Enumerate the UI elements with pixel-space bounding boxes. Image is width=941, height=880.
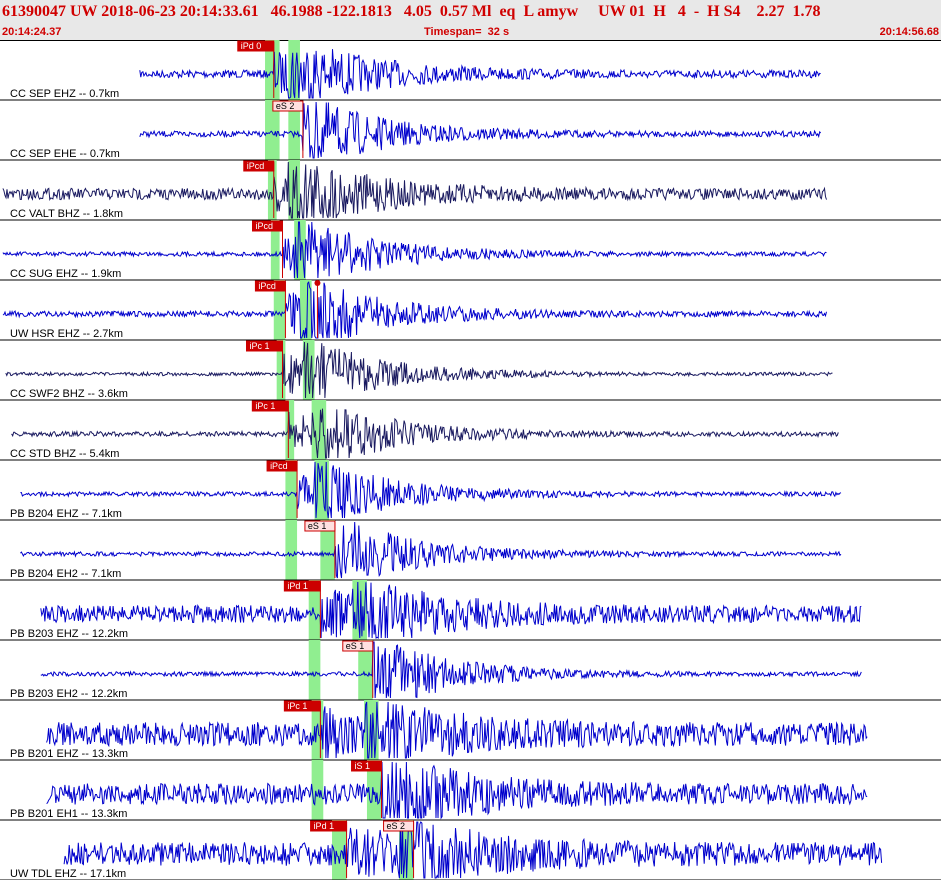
- waveform-trace: [63, 821, 883, 879]
- channel-label: PB B201 EHZ -- 13.3km: [10, 748, 128, 760]
- channel-label: CC SEP EHZ -- 0.7km: [10, 88, 119, 100]
- channel-label: CC VALT BHZ -- 1.8km: [10, 208, 123, 220]
- waveform-trace: [40, 581, 862, 639]
- channel-label: PB B203 EHZ -- 12.2km: [10, 628, 128, 640]
- waveform-trace: [40, 641, 862, 699]
- waveform-trace: [46, 761, 868, 820]
- waveform-trace: [20, 521, 842, 579]
- analysis-window: [308, 640, 321, 700]
- waveform-trace: [46, 701, 868, 759]
- channel-label: PB B204 EH2 -- 7.1km: [10, 568, 121, 580]
- waveform-trace: [2, 221, 827, 279]
- phase-pick-label: iPc 1: [250, 341, 270, 351]
- analysis-window: [311, 760, 324, 820]
- seismogram-plot[interactable]: iPd 0 CC SEP EHZ -- 0.7km eS 2 CC SEP EHE -…: [0, 40, 941, 880]
- waveform-trace: [20, 461, 842, 519]
- phase-pick-label: iPcd: [256, 221, 274, 231]
- phase-pick-label: iPd 1: [287, 581, 308, 591]
- phase-pick-label: iPcd: [258, 281, 276, 291]
- phase-pick-label: eS 1: [346, 641, 365, 651]
- channel-label: CC SUG EHZ -- 1.9km: [10, 268, 121, 280]
- channel-label: CC SEP EHE -- 0.7km: [10, 148, 120, 160]
- phase-pick-label: iS 1: [355, 761, 371, 771]
- timespan-label: Timespan= 32 s: [424, 26, 510, 38]
- phase-pick-label: eS 1: [308, 521, 327, 531]
- channel-label: CC STD BHZ -- 5.4km: [10, 448, 119, 460]
- channel-label: UW HSR EHZ -- 2.7km: [10, 328, 123, 340]
- event-title: 61390047 UW 2018-06-23 20:14:33.61 46.19…: [2, 3, 821, 20]
- start-time: 20:14:24.37: [2, 26, 62, 38]
- waveform-trace: [139, 101, 822, 159]
- channel-label: PB B203 EH2 -- 12.2km: [10, 688, 127, 700]
- phase-pick-label: iPc 1: [255, 401, 275, 411]
- phase-pick-label: iPcd: [270, 461, 288, 471]
- waveform-trace: [5, 341, 833, 399]
- phase-pick-label: iPc 1: [287, 701, 307, 711]
- phase-pick-marker: [314, 280, 321, 286]
- phase-pick-label: iPd 1: [314, 821, 335, 831]
- channel-label: UW TDL EHZ -- 17.1km: [10, 868, 126, 880]
- channel-label: CC SWF2 BHZ -- 3.6km: [10, 388, 128, 400]
- end-time: 20:14:56.68: [879, 26, 939, 38]
- analysis-window: [285, 520, 298, 580]
- waveform-trace: [2, 281, 827, 339]
- waveform-trace: [2, 161, 827, 219]
- channel-label: PB B201 EH1 -- 13.3km: [10, 808, 127, 820]
- phase-pick-label: iPcd: [247, 161, 265, 171]
- phase-pick-label: eS 2: [276, 101, 295, 111]
- phase-pick-label: iPd 0: [241, 41, 262, 51]
- channel-label: PB B204 EHZ -- 7.1km: [10, 508, 122, 520]
- waveform-trace: [139, 49, 821, 99]
- header-bar: 61390047 UW 2018-06-23 20:14:33.61 46.19…: [0, 0, 941, 41]
- phase-pick-label: eS 2: [387, 821, 406, 831]
- waveform-trace: [11, 408, 839, 459]
